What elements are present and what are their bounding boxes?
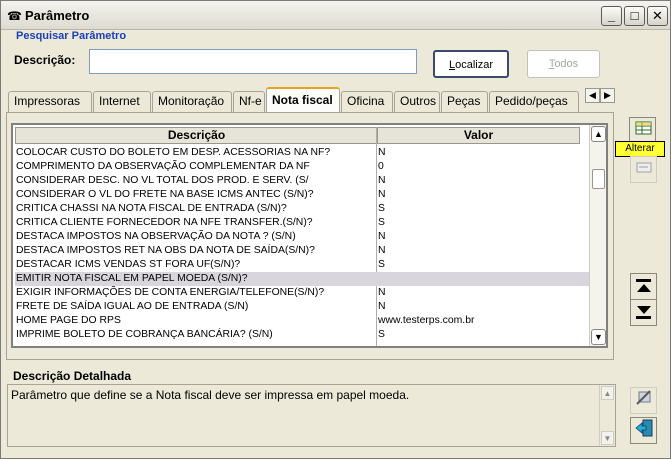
detail-text: Parâmetro que define se a Nota fiscal de…: [11, 388, 410, 402]
move-down-button[interactable]: [630, 299, 657, 326]
cell-descricao: CRITICA CLIENTE FORNECEDOR NA NFE TRANSF…: [16, 217, 313, 228]
cell-valor: N: [378, 231, 386, 242]
table-row[interactable]: EXIGIR INFORMAÇÕES DE CONTA ENERGIA/TELE…: [15, 286, 589, 300]
table-row[interactable]: DESTACA IMPOSTOS NA OBSERVAÇÃO DA NOTA ?…: [15, 230, 589, 244]
todos-button[interactable]: Todos: [527, 50, 600, 78]
table-row[interactable]: DESTACAR ICMS VENDAS ST FORA UF(S/N)? S: [15, 258, 589, 272]
table-row[interactable]: CRITICA CHASSI NA NOTA FISCAL DE ENTRADA…: [15, 202, 589, 216]
cell-valor: S: [378, 329, 385, 340]
todos-label: odos: [554, 58, 579, 70]
alterar-tooltip: Alterar: [615, 141, 665, 157]
detail-scrollbar[interactable]: ▲ ▼: [599, 385, 615, 446]
tab-nfe[interactable]: Nf-e: [233, 91, 265, 112]
scroll-down-icon[interactable]: ▼: [591, 329, 606, 345]
cell-descricao: DESTACA IMPOSTOS NA OBSERVAÇÃO DA NOTA ?…: [16, 231, 296, 242]
cell-valor: S: [378, 217, 385, 228]
grid-vertical-scrollbar[interactable]: ▲ ▼: [589, 125, 606, 346]
scroll-thumb[interactable]: [592, 169, 605, 189]
search-section-title: Pesquisar Parâmetro: [16, 30, 127, 42]
cell-descricao: DESTACA IMPOSTOS RET NA OBS DA NOTA DE S…: [16, 245, 315, 256]
tab-pecas[interactable]: Peças: [441, 91, 488, 112]
cell-descricao: CONSIDERAR DESC. NO VL TOTAL DOS PROD. E…: [16, 175, 309, 186]
tab-internet[interactable]: Internet: [93, 91, 151, 112]
tab-pedido-pecas[interactable]: Pedido/peças: [489, 91, 579, 112]
detail-title: Descrição Detalhada: [13, 369, 132, 383]
cell-valor: N: [378, 147, 386, 158]
detail-scroll-up-icon[interactable]: ▲: [601, 386, 614, 400]
description-search-input[interactable]: [89, 49, 417, 74]
scroll-up-icon[interactable]: ▲: [591, 126, 606, 142]
localizar-button[interactable]: Localizar: [433, 50, 509, 78]
cell-descricao: FRETE DE SAÍDA IGUAL AO DE ENTRADA (S/N): [16, 301, 249, 312]
window-title: Parâmetro: [25, 8, 90, 23]
cell-descricao: EXIGIR INFORMAÇÕES DE CONTA ENERGIA/TELE…: [16, 287, 325, 298]
tab-outros[interactable]: Outros: [394, 91, 440, 112]
cell-descricao: IMPRIME BOLETO DE COBRANÇA BANCÁRIA? (S/…: [16, 329, 273, 340]
table-row[interactable]: COLOCAR CUSTO DO BOLETO EM DESP. ACESSOR…: [15, 146, 589, 160]
cell-descricao: HOME PAGE DO RPS: [16, 315, 121, 326]
tab-oficina[interactable]: Oficina: [341, 91, 393, 112]
localizar-label: ocalizar: [455, 59, 494, 71]
minimize-button[interactable]: _: [601, 6, 622, 26]
cell-valor: 0: [378, 161, 384, 172]
exit-button[interactable]: [630, 417, 657, 444]
exit-door-icon: [634, 419, 652, 437]
description-label: Descrição:: [14, 53, 76, 67]
grid-header: Descrição Valor: [15, 127, 589, 144]
document-icon: [636, 162, 651, 173]
secondary-action-button[interactable]: [630, 156, 657, 183]
grid-edit-icon: [635, 121, 651, 135]
parameter-grid: Descrição Valor COLOCAR CUSTO DO BOLETO …: [11, 123, 608, 348]
cell-valor: N: [378, 245, 386, 256]
move-down-icon: [631, 306, 656, 319]
table-row[interactable]: FRETE DE SAÍDA IGUAL AO DE ENTRADA (S/N)…: [15, 300, 589, 314]
table-row[interactable]: IMPRIME BOLETO DE COBRANÇA BANCÁRIA? (S/…: [15, 328, 589, 342]
maximize-button[interactable]: □: [624, 6, 645, 26]
table-row[interactable]: CONSIDERAR O VL DO FRETE NA BASE ICMS AN…: [15, 188, 589, 202]
alterar-button[interactable]: [629, 117, 656, 144]
cell-valor: S: [378, 259, 385, 270]
tab-strip: Impressoras Internet Monitoração Nf-e No…: [6, 87, 618, 113]
cell-descricao: COMPRIMENTO DA OBSERVAÇÃO COMPLEMENTAR D…: [16, 161, 310, 172]
move-up-button[interactable]: [630, 273, 657, 300]
column-header-descricao[interactable]: Descrição: [15, 127, 378, 144]
cell-valor: www.testerps.com.br: [378, 315, 475, 326]
cell-descricao: DESTACAR ICMS VENDAS ST FORA UF(S/N)?: [16, 259, 241, 270]
detail-text-box[interactable]: Parâmetro que define se a Nota fiscal de…: [7, 384, 616, 447]
detail-scroll-down-icon[interactable]: ▼: [601, 431, 614, 445]
tab-monitoracao[interactable]: Monitoração: [152, 91, 232, 112]
tab-scroll-right-button[interactable]: ▶: [600, 88, 615, 103]
table-row[interactable]: COMPRIMENTO DA OBSERVAÇÃO COMPLEMENTAR D…: [15, 160, 589, 174]
cell-descricao: CRITICA CHASSI NA NOTA FISCAL DE ENTRADA…: [16, 203, 287, 214]
title-bar: ☎ Parâmetro _ □ ✕: [1, 1, 670, 30]
app-icon: ☎: [7, 9, 22, 23]
cell-descricao: COLOCAR CUSTO DO BOLETO EM DESP. ACESSOR…: [16, 147, 331, 158]
cell-valor: N: [378, 301, 386, 312]
tab-nota-fiscal[interactable]: Nota fiscal: [266, 87, 340, 113]
tab-scroll-left-button[interactable]: ◀: [585, 88, 600, 103]
tools-button[interactable]: [630, 387, 657, 414]
close-button[interactable]: ✕: [647, 6, 668, 26]
table-row[interactable]: DESTACA IMPOSTOS RET NA OBS DA NOTA DE S…: [15, 244, 589, 258]
cell-valor: N: [378, 189, 386, 200]
cell-valor: N: [378, 287, 386, 298]
cell-descricao: EMITIR NOTA FISCAL EM PAPEL MOEDA (S/N)?: [16, 273, 248, 284]
table-row[interactable]: CONSIDERAR DESC. NO VL TOTAL DOS PROD. E…: [15, 174, 589, 188]
cell-valor: N: [378, 175, 386, 186]
move-up-icon: [631, 279, 656, 292]
parametro-window: ☎ Parâmetro _ □ ✕ Pesquisar Parâmetro De…: [0, 0, 671, 459]
cell-valor: S: [378, 203, 385, 214]
cell-descricao: CONSIDERAR O VL DO FRETE NA BASE ICMS AN…: [16, 189, 314, 200]
tab-impressoras[interactable]: Impressoras: [8, 91, 92, 112]
table-row-selected[interactable]: EMITIR NOTA FISCAL EM PAPEL MOEDA (S/N)?: [15, 272, 589, 286]
table-row[interactable]: CRITICA CLIENTE FORNECEDOR NA NFE TRANSF…: [15, 216, 589, 230]
table-row[interactable]: HOME PAGE DO RPS www.testerps.com.br: [15, 314, 589, 328]
tools-icon: [635, 390, 651, 405]
column-header-valor[interactable]: Valor: [377, 127, 580, 144]
